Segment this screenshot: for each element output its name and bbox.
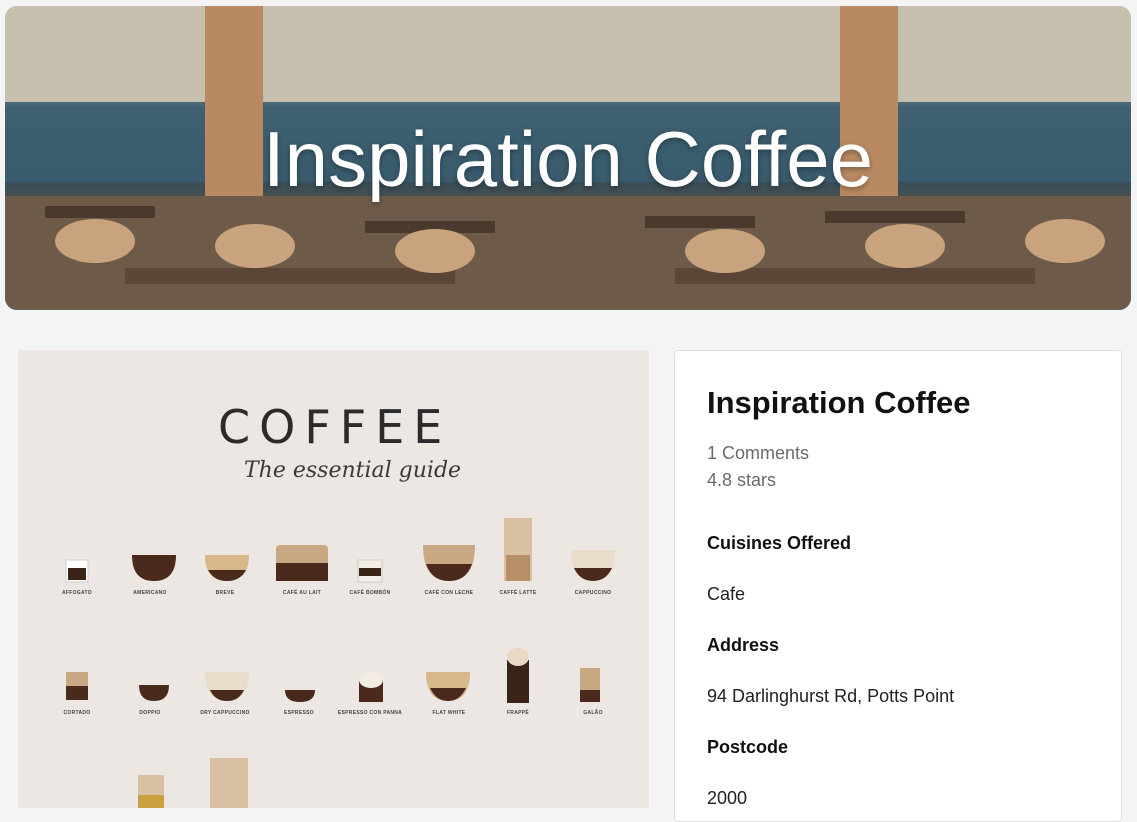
drink-label: CAFÉ CON LECHE (424, 590, 474, 596)
drink-label: FLAT WHITE (432, 710, 466, 716)
address-heading: Address (707, 635, 780, 655)
listing-details-card: Inspiration Coffee 1 Comments 4.8 stars … (674, 350, 1122, 822)
drink-label: BREVE (215, 590, 235, 596)
cuisines-heading: Cuisines Offered (707, 533, 852, 553)
drink-label: CAFFÈ LATTE (499, 590, 537, 596)
postcode-value: 2000 (707, 788, 748, 808)
hero-title: Inspiration Coffee (263, 115, 873, 203)
coffee-guide-image: COFFEE The essential guide AFFOGATO AMER… (18, 350, 649, 808)
coffee-cups-illustration (65, 518, 615, 808)
drink-label: FRAPPÉ (506, 710, 530, 716)
drink-label: CAFÉ AU LAIT (282, 590, 322, 596)
drink-label: DRY CAPPUCCINO (200, 710, 250, 716)
address-value: 94 Darlinghurst Rd, Potts Point (707, 686, 955, 706)
rating: 4.8 stars (707, 470, 777, 490)
drink-label: GALÃO (583, 710, 603, 716)
drink-label: CAPPUCCINO (574, 590, 612, 596)
cuisines-value: Cafe (707, 584, 746, 604)
drink-label: AFFOGATO (62, 590, 92, 596)
listing-name: Inspiration Coffee (707, 385, 971, 420)
comments-count[interactable]: 1 Comments (707, 443, 809, 464)
drink-label: CORTADO (63, 710, 91, 716)
drink-label: DOPPIO (139, 710, 161, 716)
drink-label: ESPRESSO (284, 710, 314, 716)
hero-banner: Inspiration Coffee (5, 6, 1131, 310)
drink-label: AMERICANO (133, 590, 167, 596)
postcode-heading: Postcode (707, 737, 789, 757)
drink-label: ESPRESSO CON PANNA (337, 710, 403, 716)
drink-label: CAFÉ BOMBÓN (349, 590, 391, 596)
